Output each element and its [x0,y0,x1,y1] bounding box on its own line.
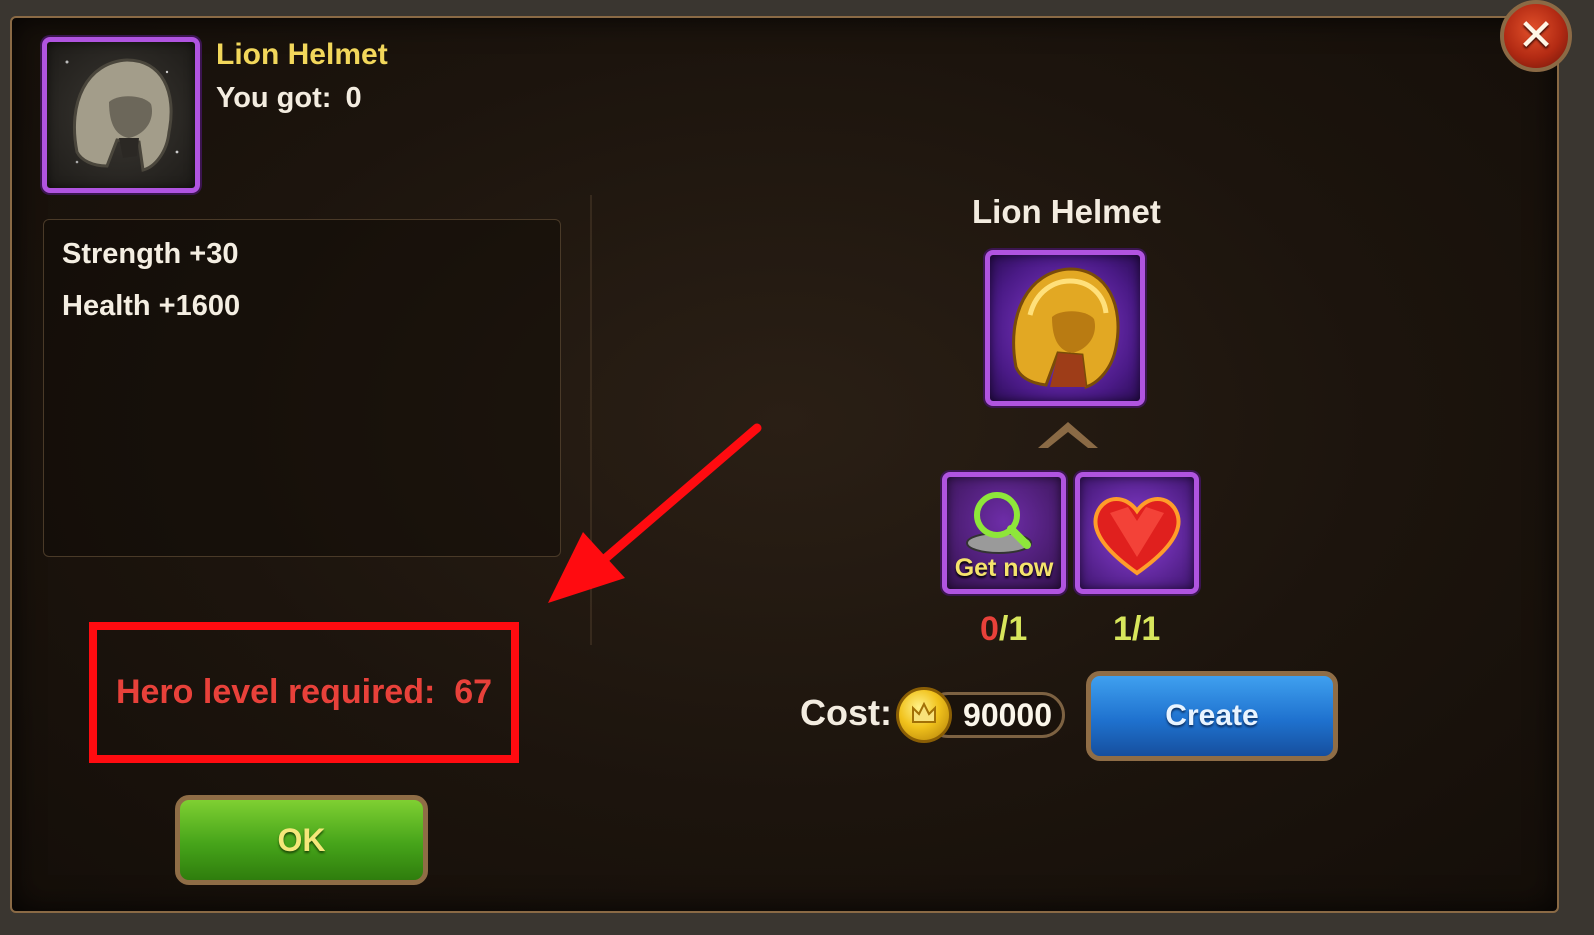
material-2-need: /1 [1131,610,1161,648]
material-1-have: 0 [980,610,999,648]
magnifier-icon [966,492,1032,554]
ruby-heart-icon [1093,497,1181,576]
material-2-count: 1/1 [1113,610,1160,649]
create-button[interactable]: Create [1086,671,1338,761]
gold-coin-icon [896,687,952,743]
get-now-label: Get now [954,554,1054,582]
craft-result-name: Lion Helmet [972,193,1161,230]
cost-label: Cost: [800,692,892,733]
material-slot-2[interactable] [1075,472,1199,594]
material-1-need: /1 [998,610,1028,648]
ok-button[interactable]: OK [175,795,428,885]
material-slot-1[interactable]: Get now [942,472,1066,594]
material-1-count: 0/1 [980,610,1027,649]
upgrade-chevron-icon [1038,422,1098,448]
material-2-have: 1 [1113,610,1132,648]
golden-lion-helmet-icon [1012,267,1120,390]
craft-result-item[interactable] [985,250,1145,406]
